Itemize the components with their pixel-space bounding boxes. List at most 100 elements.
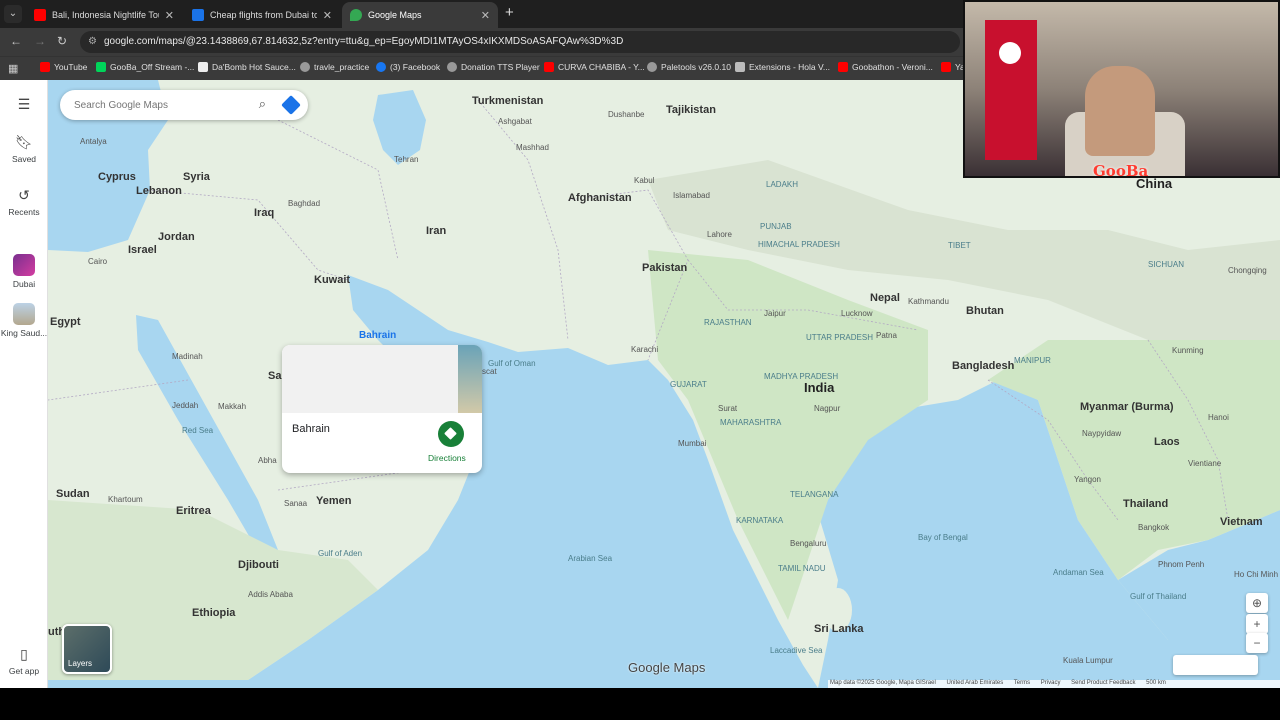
label-nagpur: Nagpur	[814, 404, 841, 413]
label-naypyidaw: Naypyidaw	[1082, 429, 1122, 438]
bookmark-curva-chabiba[interactable]: CURVA CHABIBA - Y...	[544, 62, 645, 72]
dubai-thumbnail	[13, 254, 35, 276]
place-card-bahrain[interactable]: Bahrain Directions	[282, 345, 482, 473]
label-punjab: PUNJAB	[760, 222, 792, 231]
search-input[interactable]	[74, 99, 244, 111]
menu-button[interactable]: ☰	[0, 96, 48, 116]
bookmark-travle-practice[interactable]: travle_practice	[300, 62, 369, 72]
label-baghdad: Baghdad	[288, 199, 321, 208]
label-sanaa: Sanaa	[284, 499, 308, 508]
label-kuwait: Kuwait	[314, 274, 351, 286]
zoom-out-button[interactable]: −	[1246, 633, 1268, 653]
forward-icon[interactable]: →	[34, 34, 46, 48]
tab-google-maps[interactable]: Google Maps ✕	[342, 2, 498, 28]
reload-icon[interactable]: ↻	[57, 34, 67, 48]
layers-label: Layers	[68, 659, 93, 668]
globe-icon	[647, 62, 657, 72]
bookmark-youtube[interactable]: YouTube	[40, 62, 87, 72]
bookmark-ya[interactable]: Ya	[941, 62, 965, 72]
terms-link[interactable]: Terms	[1014, 680, 1030, 686]
bookmark-dabomb[interactable]: Da'Bomb Hot Sauce...	[198, 62, 296, 72]
label-khartoum: Khartoum	[108, 495, 143, 504]
close-tab-icon[interactable]: ✕	[165, 9, 174, 22]
feedback-link[interactable]: Send Product Feedback	[1071, 680, 1135, 686]
directions-icon[interactable]	[281, 95, 301, 115]
label-cyprus: Cyprus	[98, 171, 136, 183]
close-tab-icon[interactable]: ✕	[323, 9, 332, 22]
label-syria: Syria	[183, 171, 210, 183]
directions-button[interactable]	[438, 421, 464, 447]
kick-icon	[96, 62, 106, 72]
label-lucknow: Lucknow	[841, 309, 873, 318]
label-eritrea: Eritrea	[176, 505, 211, 517]
search-icon[interactable]: ⌕	[259, 96, 266, 112]
bookmark-donation-tts[interactable]: Donation TTS Player	[447, 62, 540, 72]
label-ashgabat: Ashgabat	[498, 117, 532, 126]
recent-king-saud[interactable]: King Saud...	[0, 303, 48, 338]
bookmark-facebook[interactable]: (3) Facebook	[376, 62, 440, 72]
tab-title: Bali, Indonesia Nightlife Tour 4K	[52, 10, 159, 20]
label-madinah: Madinah	[172, 352, 203, 361]
label-cairo: Cairo	[88, 257, 108, 266]
place-photo-secondary[interactable]	[458, 345, 482, 413]
new-tab-button[interactable]: +	[505, 4, 514, 21]
label-maharashtra: MAHARASHTRA	[720, 418, 782, 427]
directions-label[interactable]: Directions	[428, 453, 466, 463]
label-hanoi: Hanoi	[1208, 413, 1229, 422]
screen: ⌄ Bali, Indonesia Nightlife Tour 4K ✕ Ch…	[0, 0, 1280, 720]
facebook-icon	[376, 62, 386, 72]
caspian-sea	[373, 90, 426, 165]
layers-button[interactable]: Layers	[62, 624, 112, 674]
tab-title: Cheap flights from Dubai to De	[210, 10, 317, 20]
google-maps-logo: Google Maps	[628, 660, 706, 675]
label-islamabad: Islamabad	[673, 191, 710, 200]
privacy-link[interactable]: Privacy	[1041, 680, 1061, 686]
back-icon[interactable]: ←	[10, 34, 22, 48]
bookmark-extensions[interactable]: Extensions - Hola V...	[735, 62, 830, 72]
label-kathmandu: Kathmandu	[908, 297, 949, 306]
close-tab-icon[interactable]: ✕	[481, 9, 490, 22]
my-location-button[interactable]: ⊕	[1246, 593, 1268, 613]
tab-search-button[interactable]: ⌄	[4, 5, 22, 23]
tunisia-flag	[985, 20, 1037, 160]
bookmark-goobathon[interactable]: Goobathon - Veroni...	[838, 62, 933, 72]
address-bar[interactable]: ⚙ google.com/maps/@23.1438869,67.814632,…	[80, 31, 960, 53]
place-photo[interactable]	[282, 345, 458, 413]
site-info-icon[interactable]: ⚙	[88, 31, 97, 53]
dabomb-icon	[198, 62, 208, 72]
label-dushanbe: Dushanbe	[608, 110, 645, 119]
bookmark-gooba-off-stream[interactable]: GooBa_Off Stream -...	[96, 62, 194, 72]
recents-button[interactable]: ↺ Recents	[0, 187, 48, 217]
label-iraq: Iraq	[254, 207, 275, 219]
label-tibet: TIBET	[948, 241, 971, 250]
stream-brand-logo: GooBa	[1093, 162, 1149, 178]
saved-button[interactable]: 🔖︎ Saved	[0, 134, 48, 164]
youtube-icon	[544, 62, 554, 72]
label-mumbai: Mumbai	[678, 439, 707, 448]
label-karnataka: KARNATAKA	[736, 516, 784, 525]
youtube-icon	[941, 62, 951, 72]
label-mashhad: Mashhad	[516, 143, 549, 152]
label-andaman-sea: Andaman Sea	[1053, 568, 1104, 577]
get-app-button[interactable]: ▯ Get app	[0, 646, 48, 676]
scale-bar[interactable]: 500 km	[1146, 680, 1166, 686]
phone-icon: ▯	[20, 646, 28, 662]
map-footer: Map data ©2025 Google, Mapa GISrael Unit…	[828, 680, 1280, 688]
apps-grid-icon[interactable]: ▦	[8, 62, 18, 75]
flights-icon	[192, 9, 204, 21]
tab-bali-video[interactable]: Bali, Indonesia Nightlife Tour 4K ✕	[26, 2, 182, 28]
label-turkmenistan: Turkmenistan	[472, 95, 544, 107]
recent-dubai[interactable]: Dubai	[0, 254, 48, 289]
label-yemen: Yemen	[316, 495, 352, 507]
maps-side-rail: ☰ 🔖︎ Saved ↺ Recents Dubai King Saud... ▯ G…	[0, 80, 48, 688]
google-maps-pin-icon	[350, 9, 362, 21]
label-bangladesh: Bangladesh	[952, 360, 1015, 372]
bookmark-paletools[interactable]: Paletools v26.0.10	[647, 62, 731, 72]
map-type-panel[interactable]	[1173, 655, 1258, 675]
tab-cheap-flights[interactable]: Cheap flights from Dubai to De ✕	[184, 2, 340, 28]
label-jaipur: Jaipur	[764, 309, 786, 318]
youtube-icon	[40, 62, 50, 72]
attribution: Map data ©2025 Google, Mapa GISrael	[830, 680, 936, 686]
zoom-in-button[interactable]: +	[1246, 614, 1268, 634]
region-link[interactable]: United Arab Emirates	[947, 680, 1004, 686]
